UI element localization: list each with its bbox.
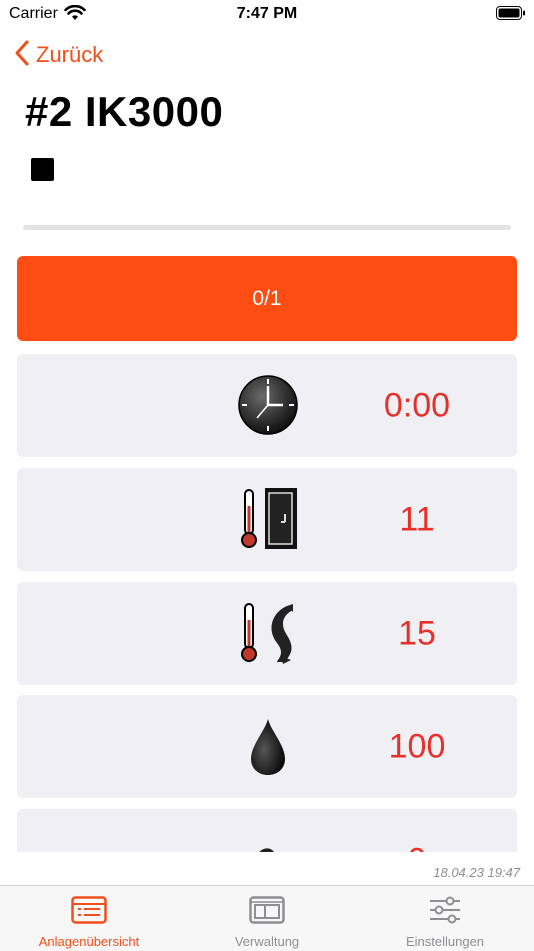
counter-label: 0/1 (252, 286, 282, 310)
metrics-list[interactable]: 0:00 11 15 100 (0, 354, 534, 852)
tab-label-anlagenuebersicht: Anlagenübersicht (38, 934, 140, 949)
metric-card-time: 0:00 (17, 354, 517, 457)
metric-card-smoke: 0 (17, 809, 517, 852)
meat-temperature-icon (237, 602, 299, 664)
metric-value-core-temperature: 15 (398, 614, 436, 652)
stop-icon[interactable] (31, 158, 54, 181)
back-label: Zurück (36, 42, 104, 67)
humidity-drop-icon (237, 715, 299, 777)
progress-bar (23, 225, 511, 230)
metric-card-chamber-temperature: 11 (17, 468, 517, 571)
tab-label-einstellungen: Einstellungen (405, 934, 485, 949)
metric-value-smoke: 0 (347, 841, 487, 852)
smoke-icon (237, 829, 299, 852)
battery-icon (496, 6, 526, 26)
back-button[interactable]: Zurück (14, 40, 103, 70)
last-update-timestamp: 18.04.23 19:47 (433, 865, 520, 880)
metric-card-core-temperature: 15 (17, 582, 517, 685)
metric-card-humidity: 100 (17, 695, 517, 798)
metric-value-humidity: 100 (388, 727, 446, 765)
clock-icon (237, 374, 299, 436)
overview-icon (71, 896, 107, 929)
metric-value-time: 0:00 (383, 386, 451, 424)
tab-einstellungen[interactable]: Einstellungen (356, 886, 534, 951)
door-temperature-icon (237, 488, 299, 550)
tab-bar: Anlagenübersicht Verwaltung Einstellunge… (0, 885, 534, 951)
tab-verwaltung[interactable]: Verwaltung (178, 886, 356, 951)
tab-label-verwaltung: Verwaltung (234, 934, 300, 949)
settings-sliders-icon (428, 896, 462, 929)
chevron-left-icon (14, 40, 30, 71)
program-step-counter-button[interactable]: 0/1 (17, 256, 517, 341)
page-title: #2 IK3000 (25, 88, 224, 135)
status-bar: Carrier 7:47 PM (0, 0, 534, 30)
management-icon (249, 896, 285, 929)
tab-anlagenuebersicht[interactable]: Anlagenübersicht (0, 886, 178, 951)
clock-time: 7:47 PM (236, 5, 298, 22)
metric-value-chamber-temperature: 11 (399, 500, 435, 538)
